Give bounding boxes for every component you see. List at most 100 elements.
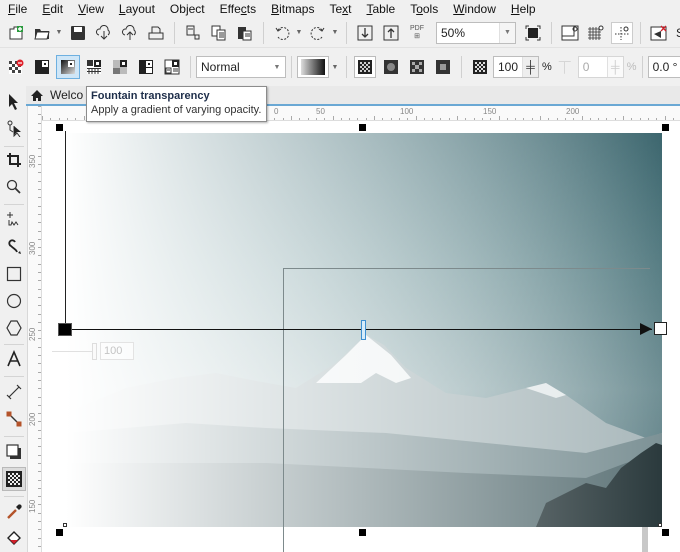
end-node-handle[interactable] [654,322,667,335]
show-rulers-icon[interactable] [559,22,581,44]
uniform-transparency-icon[interactable] [31,56,53,78]
vertical-ruler[interactable]: 350 300 250 200 150 [28,106,42,552]
interactive-fill-tool-icon[interactable] [3,527,25,549]
menu-table[interactable]: Table [359,2,403,16]
shape-tool-icon[interactable] [3,117,25,139]
paste-icon[interactable] [234,22,256,44]
spinner-icon[interactable]: ╪ [522,57,538,77]
polygon-tool-icon[interactable] [3,317,25,339]
menu-bitmaps[interactable]: Bitmaps [263,2,321,16]
selection-handle-top-left[interactable] [56,124,63,131]
undo-icon[interactable] [271,22,293,44]
spinner-icon[interactable]: ╪ [606,57,623,77]
corner-node[interactable] [63,523,67,527]
publish-pdf-icon[interactable]: PDF ⊞ [406,22,428,44]
ruler-tick [38,454,41,456]
show-guidelines-icon[interactable] [611,21,633,44]
export-icon[interactable] [380,22,402,44]
show-grid-icon[interactable] [585,22,607,44]
menu-tools[interactable]: Tools [402,2,445,16]
node-transparency-field[interactable]: 100 [100,342,134,360]
dimension-tool-icon[interactable] [3,381,25,403]
midpoint-slider-handle[interactable] [361,320,366,340]
transparency-input[interactable]: 100 ╪ [493,56,539,78]
ruler-tick [324,118,326,120]
copy-icon[interactable] [208,22,230,44]
ellipse-tool-icon[interactable] [3,290,25,312]
text-tool-icon[interactable] [3,348,25,370]
no-transparency-icon[interactable] [5,56,27,78]
selection-handle-top-right[interactable] [662,124,669,131]
transparency-tool-icon[interactable] [2,467,26,491]
vector-pattern-transparency-icon[interactable] [83,56,105,78]
connector-tool-icon[interactable] [3,408,25,430]
conical-fountain-icon[interactable] [406,56,428,78]
redo-icon[interactable] [307,22,329,44]
angle-value[interactable]: 0.0 ° [649,60,680,74]
drawing-canvas[interactable]: 100 [42,121,680,552]
menu-object[interactable]: Object [162,2,212,16]
fountain-transparency-icon[interactable] [56,55,80,79]
chevron-down-icon[interactable]: ▼ [499,22,515,43]
save-icon[interactable] [67,22,89,44]
two-color-pattern-transparency-icon[interactable] [135,56,157,78]
gradient-picker[interactable] [297,56,329,78]
menu-edit[interactable]: Edit [34,2,70,16]
rectangular-fountain-icon[interactable] [432,56,454,78]
scrollbar-track[interactable] [642,527,648,552]
linear-fountain-icon[interactable] [354,56,376,78]
menu-layout[interactable]: Layout [111,2,162,16]
tab-welcome-screen[interactable]: Welco [26,88,83,102]
gradient-dropdown-icon[interactable]: ▼ [331,56,339,78]
pick-tool-icon[interactable] [3,91,25,113]
menu-window[interactable]: Window [445,2,503,16]
ruler-tick [38,263,41,265]
ruler-tick [465,118,467,120]
drop-shadow-tool-icon[interactable] [3,441,25,463]
angle-input[interactable]: 0.0 ° [647,56,680,78]
crop-tool-icon[interactable] [3,149,25,171]
menu-view[interactable]: View [70,2,111,16]
rectangle-tool-icon[interactable] [3,263,25,285]
start-node-handle[interactable] [58,323,72,336]
selection-handle-bottom-right[interactable] [662,529,669,536]
ruler-tick [38,330,41,332]
full-screen-preview-icon[interactable] [522,22,544,44]
chevron-down-icon[interactable]: ▼ [269,57,285,77]
midpoint-input[interactable]: 0 ╪ [577,56,624,78]
selection-handle-bottom-center[interactable] [359,529,366,536]
transparency-value[interactable]: 100 [494,60,522,74]
import-icon[interactable] [354,22,376,44]
open-dropdown-icon[interactable]: ▼ [55,22,63,44]
zoom-tool-icon[interactable] [3,176,25,198]
artistic-media-tool-icon[interactable] [3,236,25,258]
new-document-icon[interactable] [5,22,27,44]
cloud-upload-icon[interactable] [119,22,141,44]
undo-dropdown-icon[interactable]: ▼ [295,22,303,44]
freehand-tool-icon[interactable] [3,208,25,230]
print-icon[interactable] [145,22,167,44]
menu-effects[interactable]: Effects [212,2,263,16]
elliptical-fountain-icon[interactable] [380,56,402,78]
corner-node[interactable] [658,523,662,527]
selection-handle-top-center[interactable] [359,124,366,131]
node-transparency-slider[interactable] [52,351,94,352]
bitmap-pattern-transparency-icon[interactable] [109,56,131,78]
menu-help[interactable]: Help [503,2,543,16]
menu-file[interactable]: File [0,2,34,16]
zoom-level-combo[interactable]: 50% ▼ [436,21,516,44]
midpoint-value[interactable]: 0 [579,60,607,74]
open-folder-icon[interactable] [31,22,53,44]
redo-dropdown-icon[interactable]: ▼ [331,22,339,44]
texture-transparency-icon[interactable] [161,56,183,78]
merge-mode-dropdown[interactable]: Normal ▼ [196,56,286,78]
cut-icon[interactable] [182,22,204,44]
selection-handle-bottom-left[interactable] [56,529,63,536]
cloud-download-icon[interactable] [93,22,115,44]
zoom-level-value[interactable]: 50% [437,26,499,40]
eyedropper-tool-icon[interactable] [3,501,25,523]
menu-text[interactable]: Text [321,2,358,16]
merge-mode-value[interactable]: Normal [197,60,269,74]
node-slider-thumb[interactable] [92,343,97,360]
snap-off-icon[interactable] [648,22,670,44]
